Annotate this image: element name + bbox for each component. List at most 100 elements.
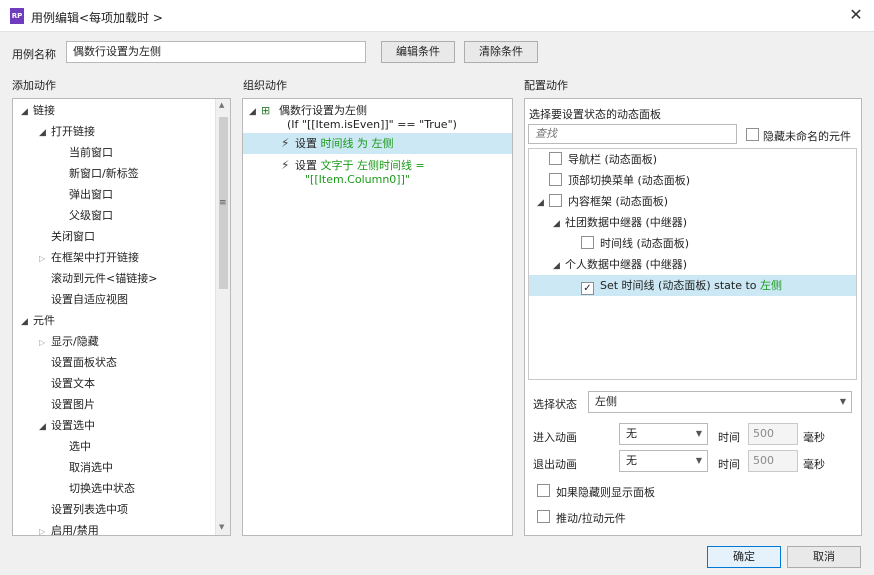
panel-checkbox[interactable]: ✓ <box>581 282 594 295</box>
expand-triangle-icon[interactable]: ◢ <box>537 193 549 214</box>
add-action-item-label: 设置图片 <box>51 398 95 411</box>
add-action-item[interactable]: 切换选中状态 <box>57 478 135 499</box>
add-action-item[interactable]: ◢ 元件 <box>21 310 55 331</box>
add-action-item[interactable]: 取消选中 <box>57 457 113 478</box>
add-action-item-label: 父级窗口 <box>69 209 113 222</box>
case-name-label: 用例名称 <box>12 48 56 61</box>
panel-search-input[interactable] <box>528 124 737 144</box>
add-action-scrollbar[interactable]: ▲ ≡ ▼ <box>215 99 230 535</box>
panel-tree-item[interactable]: ◢ 内容框架 (动态面板) <box>529 191 856 212</box>
close-icon[interactable]: ✕ <box>846 5 866 25</box>
expand-triangle-icon[interactable]: ▷ <box>39 248 51 269</box>
window-title: 用例编辑<每项加载时 > <box>31 11 163 25</box>
add-action-item-label: 元件 <box>33 314 55 327</box>
hide-unnamed-label: 隐藏未命名的元件 <box>763 130 851 143</box>
add-action-item[interactable]: 设置列表选中项 <box>39 499 128 520</box>
enter-time-label: 时间 <box>718 431 740 444</box>
add-action-item[interactable]: 当前窗口 <box>57 142 113 163</box>
add-action-item[interactable]: ◢ 链接 <box>21 100 55 121</box>
push-pull-checkbox[interactable] <box>537 510 550 523</box>
scroll-up-icon[interactable]: ▲ <box>219 101 224 109</box>
add-action-item-label: 弹出窗口 <box>69 188 113 201</box>
enter-anim-value: 无 <box>626 427 637 440</box>
panel-checkbox[interactable] <box>549 194 562 207</box>
chevron-down-icon: ▼ <box>839 397 846 406</box>
add-action-item[interactable]: 选中 <box>57 436 91 457</box>
show-if-hidden-checkbox[interactable] <box>537 484 550 497</box>
select-state-dropdown[interactable]: 左侧 ▼ <box>588 391 852 413</box>
enter-time-input[interactable]: 500 <box>748 423 798 445</box>
scroll-grip-icon: ≡ <box>219 198 227 208</box>
add-action-tree: ◢ 链接 ◢ 打开链接 当前窗口 新窗口/新标签 弹出窗口 父级窗口 关闭窗口 ▷ 在框架中打开链接… <box>12 98 231 536</box>
add-action-item-label: 设置选中 <box>51 419 95 432</box>
expand-triangle-icon[interactable]: ◢ <box>553 214 565 235</box>
cancel-button[interactable]: 取消 <box>787 546 861 568</box>
add-action-item-label: 切换选中状态 <box>69 482 135 495</box>
add-action-item-label: 设置面板状态 <box>51 356 117 369</box>
add-action-item[interactable]: ◢ 打开链接 <box>39 121 95 142</box>
add-action-item[interactable]: 设置图片 <box>39 394 95 415</box>
clear-condition-button[interactable]: 清除条件 <box>464 41 538 63</box>
panel-tree-item-label: 内容框架 (动态面板) <box>568 195 669 208</box>
exit-anim-dropdown[interactable]: 无 ▼ <box>619 450 708 472</box>
ok-button[interactable]: 确定 <box>707 546 781 568</box>
panel-checkbox[interactable] <box>581 236 594 249</box>
add-action-item[interactable]: ▷ 在框架中打开链接 <box>39 247 139 268</box>
dynamic-panel-tree: 导航栏 (动态面板) 顶部切换菜单 (动态面板) ◢ 内容框架 (动态面板) ◢ 社团数据… <box>528 148 857 380</box>
add-action-item[interactable]: 设置面板状态 <box>39 352 117 373</box>
panel-tree-item[interactable]: ✓ Set 时间线 (动态面板) state to 左侧 <box>529 275 856 296</box>
case-condition-text: (If "[[Item.isEven]]" == "True") <box>287 118 457 131</box>
edit-condition-button[interactable]: 编辑条件 <box>381 41 455 63</box>
expand-triangle-icon[interactable]: ◢ <box>39 417 51 438</box>
add-action-item[interactable]: ◢ 设置选中 <box>39 415 95 436</box>
exit-time-label: 时间 <box>718 458 740 471</box>
action-item-set-panel-state[interactable]: ⚡ 设置 时间线 为 左侧 <box>243 133 512 154</box>
config-subtitle: 选择要设置状态的动态面板 <box>529 108 661 121</box>
config-action-title: 配置动作 <box>524 79 568 92</box>
panel-tree-item[interactable]: 顶部切换菜单 (动态面板) <box>529 170 856 191</box>
panel-checkbox[interactable] <box>549 173 562 186</box>
panel-checkbox[interactable] <box>549 152 562 165</box>
add-action-item-label: 取消选中 <box>69 461 113 474</box>
panel-tree-item-label: 顶部切换菜单 (动态面板) <box>568 174 691 187</box>
panel-tree-item[interactable]: ◢ 社团数据中继器 (中继器) <box>529 212 856 233</box>
expand-triangle-icon[interactable]: ▷ <box>39 332 51 353</box>
case-name-input[interactable]: 偶数行设置为左侧 <box>66 41 366 63</box>
add-action-item-label: 滚动到元件<锚链接> <box>51 272 158 285</box>
expand-triangle-icon[interactable]: ◢ <box>21 102 33 123</box>
scroll-down-icon[interactable]: ▼ <box>219 523 224 531</box>
add-action-item[interactable]: 设置自适应视图 <box>39 289 128 310</box>
expand-triangle-icon[interactable]: ◢ <box>553 256 565 277</box>
expand-triangle-icon[interactable]: ◢ <box>21 312 33 333</box>
panel-tree-item-label: Set 时间线 (动态面板) state to <box>600 279 761 292</box>
expand-triangle-icon[interactable]: ▷ <box>39 521 51 535</box>
add-action-title: 添加动作 <box>12 79 56 92</box>
lightning-icon: ⚡ <box>281 158 290 172</box>
expand-triangle-icon[interactable]: ◢ <box>249 102 261 123</box>
panel-tree-item[interactable]: 时间线 (动态面板) <box>529 233 856 254</box>
add-action-item-label: 打开链接 <box>51 125 95 138</box>
add-action-item[interactable]: 弹出窗口 <box>57 184 113 205</box>
organize-action-tree: ◢ ⊞ 偶数行设置为左侧 (If "[[Item.isEven]]" == "Tru… <box>242 98 513 536</box>
panel-tree-item[interactable]: ◢ 个人数据中继器 (中继器) <box>529 254 856 275</box>
add-action-item[interactable]: 关闭窗口 <box>39 226 95 247</box>
action-highlight: 时间线 为 左侧 <box>320 137 394 150</box>
exit-time-input[interactable]: 500 <box>748 450 798 472</box>
panel-state-highlight: 左侧 <box>760 279 783 292</box>
add-action-item-label: 选中 <box>69 440 91 453</box>
panel-tree-item[interactable]: 导航栏 (动态面板) <box>529 149 856 170</box>
enter-anim-dropdown[interactable]: 无 ▼ <box>619 423 708 445</box>
select-state-label: 选择状态 <box>533 398 577 411</box>
add-action-item[interactable]: 父级窗口 <box>57 205 113 226</box>
add-action-item-label: 新窗口/新标签 <box>69 167 139 180</box>
enter-time-unit: 毫秒 <box>803 431 825 444</box>
hide-unnamed-checkbox[interactable] <box>746 128 759 141</box>
add-action-item[interactable]: 新窗口/新标签 <box>57 163 139 184</box>
add-action-item[interactable]: 滚动到元件<锚链接> <box>39 268 157 289</box>
add-action-item-label: 设置自适应视图 <box>51 293 128 306</box>
add-action-item[interactable]: 设置文本 <box>39 373 95 394</box>
expand-triangle-icon[interactable]: ◢ <box>39 123 51 144</box>
panel-tree-item-label: 社团数据中继器 (中继器) <box>565 216 688 229</box>
add-action-item[interactable]: ▷ 显示/隐藏 <box>39 331 99 352</box>
add-action-item[interactable]: ▷ 启用/禁用 <box>39 520 99 535</box>
